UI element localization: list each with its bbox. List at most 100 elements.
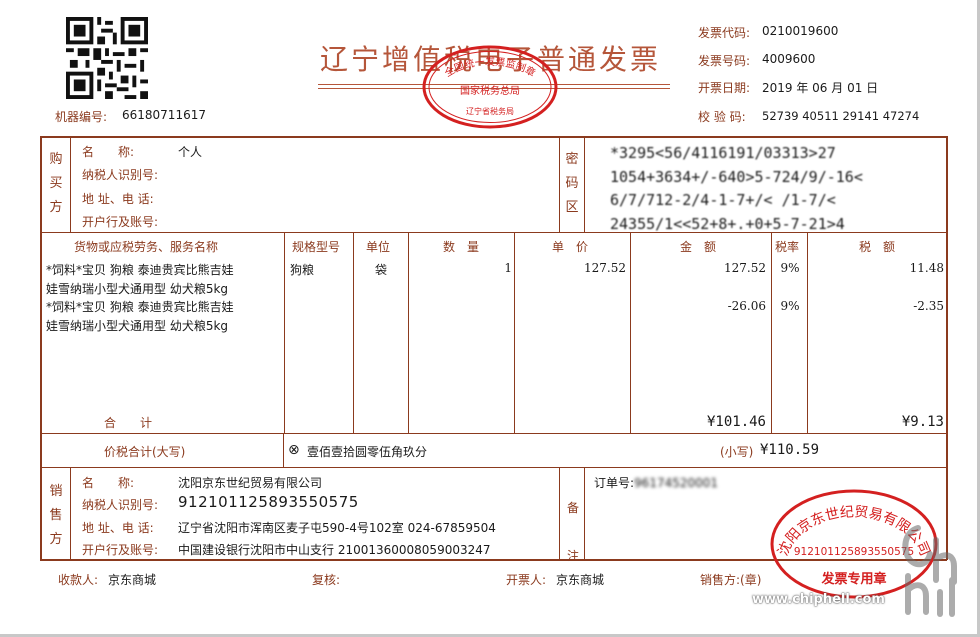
seller-section-label: 销售方 <box>46 480 66 552</box>
check-code-label: 校 验 码: <box>698 110 746 124</box>
col-divider <box>408 232 409 434</box>
drawer-label: 开票人: <box>506 573 547 587</box>
item-row-1-unit: 袋 <box>375 263 388 277</box>
item-row-1-amount: 127.52 <box>724 261 766 275</box>
cipher-divider-left <box>559 136 560 233</box>
order-number-value: 96174520001 <box>634 476 719 490</box>
col-divider <box>284 232 285 434</box>
remark-section-char: 备 <box>566 501 579 515</box>
buyer-label-divider <box>70 136 71 233</box>
tax-stamp-mid-text: 国家税务总局 <box>460 84 520 97</box>
col-divider <box>771 232 772 434</box>
item-row-1-spec: 狗粮 <box>290 263 315 277</box>
check-code: 52739 40511 29141 47274 <box>762 109 920 123</box>
cipher-line: 1054+3634+/-640>5-724/9/-16< <box>610 167 863 186</box>
header-amount: 金 额 <box>680 240 717 254</box>
cipher-divider-right <box>584 136 585 233</box>
total-amount: ¥101.46 <box>706 414 766 430</box>
order-number-label: 订单号: <box>594 476 635 490</box>
col-divider <box>630 232 631 434</box>
col-divider <box>807 232 808 434</box>
buyer-section-char: 购 <box>49 152 63 167</box>
seller-name-label: 名 称: <box>82 476 135 490</box>
header-tax-rate: 税率 <box>775 240 800 254</box>
header-item-name: 货物或应税劳务、服务名称 <box>74 240 219 254</box>
items-bottom-line <box>40 433 947 434</box>
item-row-1-quantity: 1 <box>504 261 512 275</box>
col-divider <box>353 232 354 434</box>
remark-divider-left <box>559 467 560 560</box>
invoice-date-label: 开票日期: <box>698 81 751 95</box>
buyer-tax-id-label: 纳税人识别号: <box>82 168 159 182</box>
machine-number-label: 机器编号: <box>55 110 108 124</box>
item-name-line: 娃雪纳瑞小型犬通用型 幼犬粮5kg <box>46 319 229 333</box>
remark-section-label: 备注 <box>563 484 583 580</box>
seller-section-char: 方 <box>49 532 63 547</box>
seller-tax-id-label: 纳税人识别号: <box>82 498 159 512</box>
invoice-page: 辽宁增值税电子普通发票 发票代码: 0210019600 发票号码: 40096… <box>0 0 980 637</box>
invoice-code-label: 发票代码: <box>698 26 751 40</box>
buyer-address-label: 地 址、电 话: <box>82 192 154 206</box>
invoice-code: 0210019600 <box>762 24 839 38</box>
remark-divider-right <box>584 467 585 560</box>
reviewer-label: 复核: <box>312 573 341 587</box>
item-name-line: *饲料*宝贝 狗粮 泰迪贵宾比熊吉娃 <box>46 300 234 314</box>
seller-name: 沈阳京东世纪贸易有限公司 <box>178 476 323 490</box>
cipher-line: 6/7/712-2/4-1-7+/< /1-7/< <box>610 191 836 209</box>
cipher-section-char: 密 <box>565 152 579 167</box>
item-row-1-unit-price: 127.52 <box>584 261 626 275</box>
seller-section-char: 销 <box>49 484 63 499</box>
buyer-name: 个人 <box>178 145 203 159</box>
buyer-section-label: 购买方 <box>46 148 66 220</box>
item-row-1-name: *饲料*宝贝 狗粮 泰迪贵宾比熊吉娃 娃雪纳瑞小型犬通用型 幼犬粮5kg <box>46 261 234 299</box>
seller-section-char: 售 <box>49 508 63 523</box>
cipher-section-char: 码 <box>565 176 579 191</box>
cipher-section-label: 密码区 <box>562 148 582 220</box>
seller-bank: 中国建设银行沈阳市中山支行 21001360008059003247 <box>178 543 491 557</box>
sum-divider <box>283 433 284 468</box>
frame-top <box>40 136 947 138</box>
cipher-section-char: 区 <box>565 200 579 215</box>
item-row-1-tax-amount: 11.48 <box>909 261 944 275</box>
invoice-number: 4009600 <box>762 52 816 66</box>
qr-code <box>66 17 148 99</box>
item-row-1-tax-rate: 9% <box>780 261 800 275</box>
item-name-line: 娃雪纳瑞小型犬通用型 幼犬粮5kg <box>46 282 229 296</box>
item-row-2-tax-rate: 9% <box>780 299 800 313</box>
sum-upper-label: 价税合计(大写) <box>104 445 186 459</box>
payee: 京东商城 <box>108 573 157 587</box>
watermark-logo-icon <box>902 525 957 617</box>
item-name-line: *饲料*宝贝 狗粮 泰迪贵宾比熊吉娃 <box>46 263 234 277</box>
machine-number: 66180711617 <box>122 108 206 122</box>
sum-bottom-line <box>40 467 947 468</box>
item-row-2-name: *饲料*宝贝 狗粮 泰迪贵宾比熊吉娃 娃雪纳瑞小型犬通用型 幼犬粮5kg <box>46 298 234 336</box>
sum-small-value: ¥110.59 <box>760 442 820 458</box>
buyer-name-label: 名 称: <box>82 145 135 159</box>
sum-x-icon: ⊗ <box>288 442 300 458</box>
total-label: 合 计 <box>104 416 153 430</box>
drawer: 京东商城 <box>556 573 605 587</box>
seller-tax-id: 912101125893550575 <box>178 493 359 511</box>
sum-upper-value: 壹佰壹拾圆零伍角玖分 <box>307 445 428 459</box>
tax-bureau-stamp: 全国统一发票监制章 国家税务总局 辽宁省税务局 <box>422 45 558 129</box>
order-number: 订单号:96174520001 <box>594 474 718 491</box>
sum-small-label: (小写) <box>720 445 754 459</box>
item-row-2-amount: -26.06 <box>727 299 766 313</box>
frame-left <box>40 136 42 560</box>
watermark-url: www.chiphell.com <box>752 592 885 607</box>
seller-address: 辽宁省沈阳市浑南区麦子屯590-4号102室 024-67859504 <box>178 521 496 535</box>
header-quantity: 数 量 <box>443 240 480 254</box>
seller-seal-label: 销售方:(章) <box>700 573 762 587</box>
seller-label-divider <box>70 467 71 560</box>
cipher-line: 24355/1<<52+8+.+0+5-7-21>4 <box>610 214 845 233</box>
tax-stamp-bottom-text: 辽宁省税务局 <box>466 106 514 116</box>
frame-right <box>946 136 948 560</box>
header-unit: 单位 <box>366 240 391 254</box>
item-row-2-tax-amount: -2.35 <box>913 299 944 313</box>
header-unit-price: 单 价 <box>552 240 589 254</box>
seller-address-label: 地 址、电 话: <box>82 521 154 535</box>
payee-label: 收款人: <box>58 573 99 587</box>
seller-bank-label: 开户行及账号: <box>82 543 159 557</box>
header-tax-amount: 税 额 <box>859 240 896 254</box>
seller-stamp-bottom-text: 发票专用章 <box>820 571 886 587</box>
